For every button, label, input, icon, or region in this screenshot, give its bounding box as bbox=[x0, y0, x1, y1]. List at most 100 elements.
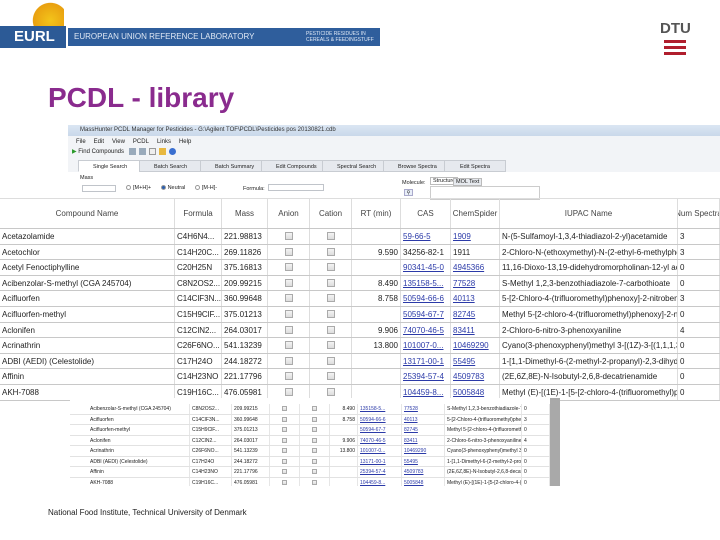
anion-checkbox[interactable] bbox=[282, 448, 287, 453]
table-row[interactable]: Acetochlor C14H20C... 269.11826 9.590 34256-… bbox=[0, 244, 720, 261]
anion-checkbox[interactable] bbox=[284, 325, 293, 334]
save-icon[interactable] bbox=[138, 147, 146, 155]
cas-cell[interactable]: 13171-00-1 bbox=[358, 456, 402, 466]
chemspider-cell[interactable]: 77528 bbox=[451, 275, 500, 291]
table-row[interactable]: ADBI (AEDI) (Celestolide) C17H24O 244.1827… bbox=[70, 456, 550, 467]
cas-cell[interactable]: 59-66-5 bbox=[401, 229, 451, 244]
chemspider-cell[interactable]: 83411 bbox=[451, 322, 500, 338]
chemspider-cell[interactable]: 82745 bbox=[451, 307, 500, 322]
table-row[interactable]: Acrinathrin C26F6NO... 541.13239 13.800 1010… bbox=[70, 446, 550, 457]
chemspider-cell[interactable]: 55495 bbox=[402, 456, 445, 466]
cation-checkbox[interactable] bbox=[326, 388, 335, 396]
anion-checkbox[interactable] bbox=[284, 341, 293, 350]
cas-cell[interactable]: 135158-5... bbox=[401, 275, 451, 291]
column-header-anion[interactable]: Anion bbox=[268, 199, 310, 228]
cas-cell[interactable]: 50594-66-6 bbox=[401, 291, 451, 306]
table-row[interactable]: Affinin C14H23NO 221.17796 25394-57-4 450978… bbox=[0, 369, 720, 385]
column-header-cas[interactable]: CAS bbox=[401, 199, 451, 228]
anion-checkbox[interactable] bbox=[284, 247, 293, 256]
cation-checkbox[interactable] bbox=[326, 310, 335, 318]
menu-links[interactable]: Links bbox=[157, 137, 171, 147]
chemspider-cell[interactable]: 10469290 bbox=[402, 446, 445, 456]
help-icon[interactable] bbox=[168, 147, 176, 155]
cation-checkbox[interactable] bbox=[326, 263, 335, 272]
open-folder-icon[interactable] bbox=[158, 147, 166, 155]
table-row[interactable]: Affinin C14H23NO 221.17796 25394-57-4 450978… bbox=[70, 467, 550, 478]
tab-single-search[interactable]: Single Search bbox=[78, 160, 140, 172]
cation-checkbox[interactable] bbox=[326, 356, 335, 365]
cation-checkbox[interactable] bbox=[312, 458, 317, 464]
anion-checkbox[interactable] bbox=[282, 427, 287, 432]
cation-checkbox[interactable] bbox=[326, 341, 335, 350]
anion-checkbox[interactable] bbox=[284, 372, 293, 381]
cas-cell[interactable]: 101007-0... bbox=[358, 446, 402, 456]
cas-cell[interactable]: 135158-5... bbox=[358, 404, 402, 414]
cation-checkbox[interactable] bbox=[312, 479, 317, 485]
column-header-mass[interactable]: Mass bbox=[222, 199, 268, 228]
cas-cell[interactable]: 50594-67-7 bbox=[401, 307, 451, 322]
radio-mh-minus[interactable] bbox=[194, 185, 200, 191]
cas-cell[interactable]: 34256-82-1 bbox=[401, 244, 451, 260]
column-header-formula[interactable]: Formula bbox=[175, 199, 222, 228]
anion-checkbox[interactable] bbox=[282, 469, 287, 474]
chemspider-cell[interactable]: 40113 bbox=[451, 291, 500, 306]
chemspider-cell[interactable]: 5005848 bbox=[402, 477, 445, 486]
chemspider-cell[interactable]: 40113 bbox=[402, 414, 445, 424]
cation-checkbox[interactable] bbox=[312, 437, 317, 443]
chemspider-cell[interactable]: 77528 bbox=[402, 404, 445, 414]
cation-checkbox[interactable] bbox=[326, 247, 335, 256]
tab-edit-compounds[interactable]: Edit Compounds bbox=[261, 160, 323, 172]
cation-checkbox[interactable] bbox=[326, 372, 335, 381]
table-row[interactable]: Aclonifen C12ClN2... 264.03017 9.906 74070-4… bbox=[0, 322, 720, 339]
column-header-iupac-name[interactable]: IUPAC Name bbox=[500, 199, 678, 228]
formula-input[interactable] bbox=[268, 184, 324, 191]
table-row[interactable]: AKH-7088 C19H16C... 476.05981 104459-8... 50… bbox=[70, 477, 550, 486]
find-compounds-button[interactable]: ▶ Find Compounds bbox=[72, 149, 124, 155]
cation-checkbox[interactable] bbox=[326, 325, 335, 334]
cation-checkbox[interactable] bbox=[312, 448, 317, 453]
cation-checkbox[interactable] bbox=[312, 416, 317, 422]
anion-checkbox[interactable] bbox=[284, 232, 293, 240]
cas-cell[interactable]: 50594-67-7 bbox=[358, 425, 402, 435]
table-row[interactable]: Acifluorfen-methyl C15H9ClF... 375.01213 50… bbox=[0, 307, 720, 323]
table-row[interactable]: Acibenzolar-S-methyl (CGA 245704) C8N2OS2… bbox=[70, 404, 550, 415]
cas-cell[interactable]: 74070-46-5 bbox=[401, 322, 451, 338]
tab-mol-text[interactable]: MOL Text bbox=[453, 178, 483, 186]
cation-checkbox[interactable] bbox=[326, 278, 335, 287]
anion-checkbox[interactable] bbox=[284, 263, 293, 272]
anion-checkbox[interactable] bbox=[282, 406, 287, 411]
menu-file[interactable]: File bbox=[76, 137, 86, 147]
cation-checkbox[interactable] bbox=[312, 469, 317, 474]
cation-checkbox[interactable] bbox=[312, 406, 317, 411]
mass-input[interactable] bbox=[82, 185, 116, 192]
anion-checkbox[interactable] bbox=[284, 388, 293, 396]
chemspider-cell[interactable]: 82745 bbox=[402, 425, 445, 435]
table-row[interactable]: Acrinathrin C26F6NO... 541.13239 13.800 1010… bbox=[0, 338, 720, 354]
table-row[interactable]: Aclonifen C12ClN2... 264.03017 9.906 74070-4… bbox=[70, 435, 550, 446]
new-icon[interactable] bbox=[148, 147, 156, 155]
column-header-num-spectra[interactable]: Num Spectra bbox=[678, 199, 720, 228]
cas-cell[interactable]: 101007-0... bbox=[401, 338, 451, 353]
table-row[interactable]: Acifluorfen-methyl C15H9ClF... 375.01213 50… bbox=[70, 425, 550, 436]
chemspider-cell[interactable]: 4945366 bbox=[451, 260, 500, 275]
cation-checkbox[interactable] bbox=[326, 232, 335, 240]
chemspider-cell[interactable]: 10469290 bbox=[451, 338, 500, 353]
tab-edit-spectra[interactable]: Edit Spectra bbox=[444, 160, 506, 172]
radio-mh-plus[interactable] bbox=[126, 185, 131, 191]
scrollbar[interactable] bbox=[550, 398, 560, 486]
column-header-cation[interactable]: Cation bbox=[310, 199, 352, 228]
cation-checkbox[interactable] bbox=[326, 294, 335, 303]
molecule-search-button[interactable]: ⚲ bbox=[404, 189, 413, 196]
chemspider-cell[interactable]: 1909 bbox=[451, 229, 500, 244]
menu-help[interactable]: Help bbox=[179, 137, 191, 147]
chemspider-cell[interactable]: 4509783 bbox=[402, 467, 445, 477]
cas-cell[interactable]: 74070-46-5 bbox=[358, 435, 402, 445]
chemspider-cell[interactable]: 4509783 bbox=[451, 369, 500, 384]
table-row[interactable]: ADBI (AEDI) (Celestolide) C17H24O 244.1827… bbox=[0, 353, 720, 370]
radio-neutral[interactable] bbox=[160, 185, 166, 191]
chemspider-cell[interactable]: 1911 bbox=[451, 244, 500, 260]
column-header-chemspider[interactable]: ChemSpider bbox=[451, 199, 500, 228]
table-row[interactable]: Acetyl Fenoctiphylline C20H25N 375.16813 90… bbox=[0, 260, 720, 276]
chemspider-cell[interactable]: 83411 bbox=[402, 435, 445, 445]
menu-edit[interactable]: Edit bbox=[94, 137, 104, 147]
